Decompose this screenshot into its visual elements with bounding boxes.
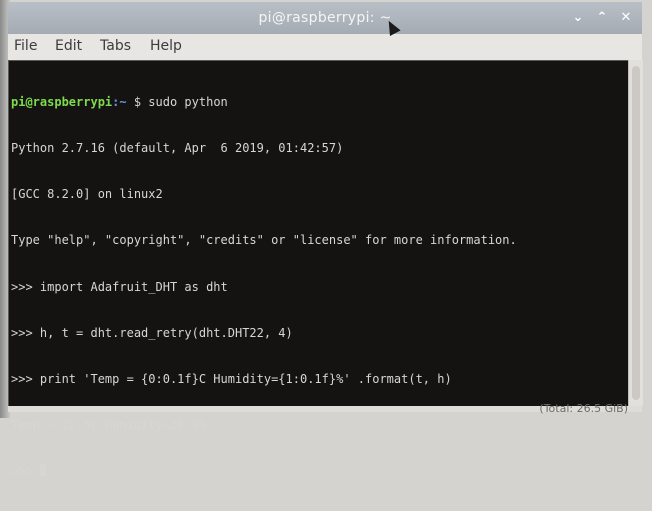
menu-file[interactable]: File xyxy=(14,38,37,54)
menu-edit[interactable]: Edit xyxy=(55,38,82,54)
prompt-user: pi@raspberrypi xyxy=(11,94,113,109)
menu-help[interactable]: Help xyxy=(150,38,182,54)
prompt-command: $ sudo python xyxy=(126,94,228,109)
output-line: >>> import Adafruit_DHT as dht xyxy=(11,279,228,294)
current-prompt-line: >>> xyxy=(11,464,517,479)
output-line: Type "help", "copyright", "credits" or "… xyxy=(11,233,517,248)
disk-status-text: (Total: 26.5 GiB) xyxy=(539,402,628,415)
output-line: Temp = 25.5C Humidity=28.8% xyxy=(11,418,207,433)
prompt-path: ~ xyxy=(119,94,127,109)
maximize-button[interactable]: ⌃ xyxy=(594,10,610,26)
terminal-output: pi@raspberrypi:~ $ sudo python Python 2.… xyxy=(11,64,517,511)
output-line: [GCC 8.2.0] on linux2 xyxy=(11,187,163,202)
menu-bar: File Edit Tabs Help xyxy=(8,34,642,60)
terminal-window: pi@raspberrypi: ~ ⌄ ⌃ ✕ File Edit Tabs H… xyxy=(8,2,643,478)
close-button[interactable]: ✕ xyxy=(618,10,634,26)
terminal-area[interactable]: pi@raspberrypi:~ $ sudo python Python 2.… xyxy=(8,60,629,478)
window-title: pi@raspberrypi: ~ xyxy=(258,10,392,26)
minimize-button[interactable]: ⌄ xyxy=(570,10,586,26)
text-cursor xyxy=(39,464,46,477)
title-bar[interactable]: pi@raspberrypi: ~ ⌄ ⌃ ✕ xyxy=(8,2,642,34)
prompt-line: pi@raspberrypi:~ $ sudo python xyxy=(11,95,517,110)
output-line: >>> h, t = dht.read_retry(dht.DHT22, 4) xyxy=(11,325,293,340)
scrollbar[interactable] xyxy=(628,60,643,406)
scrollbar-thumb[interactable] xyxy=(632,66,640,400)
current-prompt: >>> xyxy=(11,464,40,479)
menu-tabs[interactable]: Tabs xyxy=(100,38,131,54)
output-line: >>> print 'Temp = {0:0.1f}C Humidity={1:… xyxy=(11,372,452,387)
output-line: Python 2.7.16 (default, Apr 6 2019, 01:4… xyxy=(11,141,344,156)
